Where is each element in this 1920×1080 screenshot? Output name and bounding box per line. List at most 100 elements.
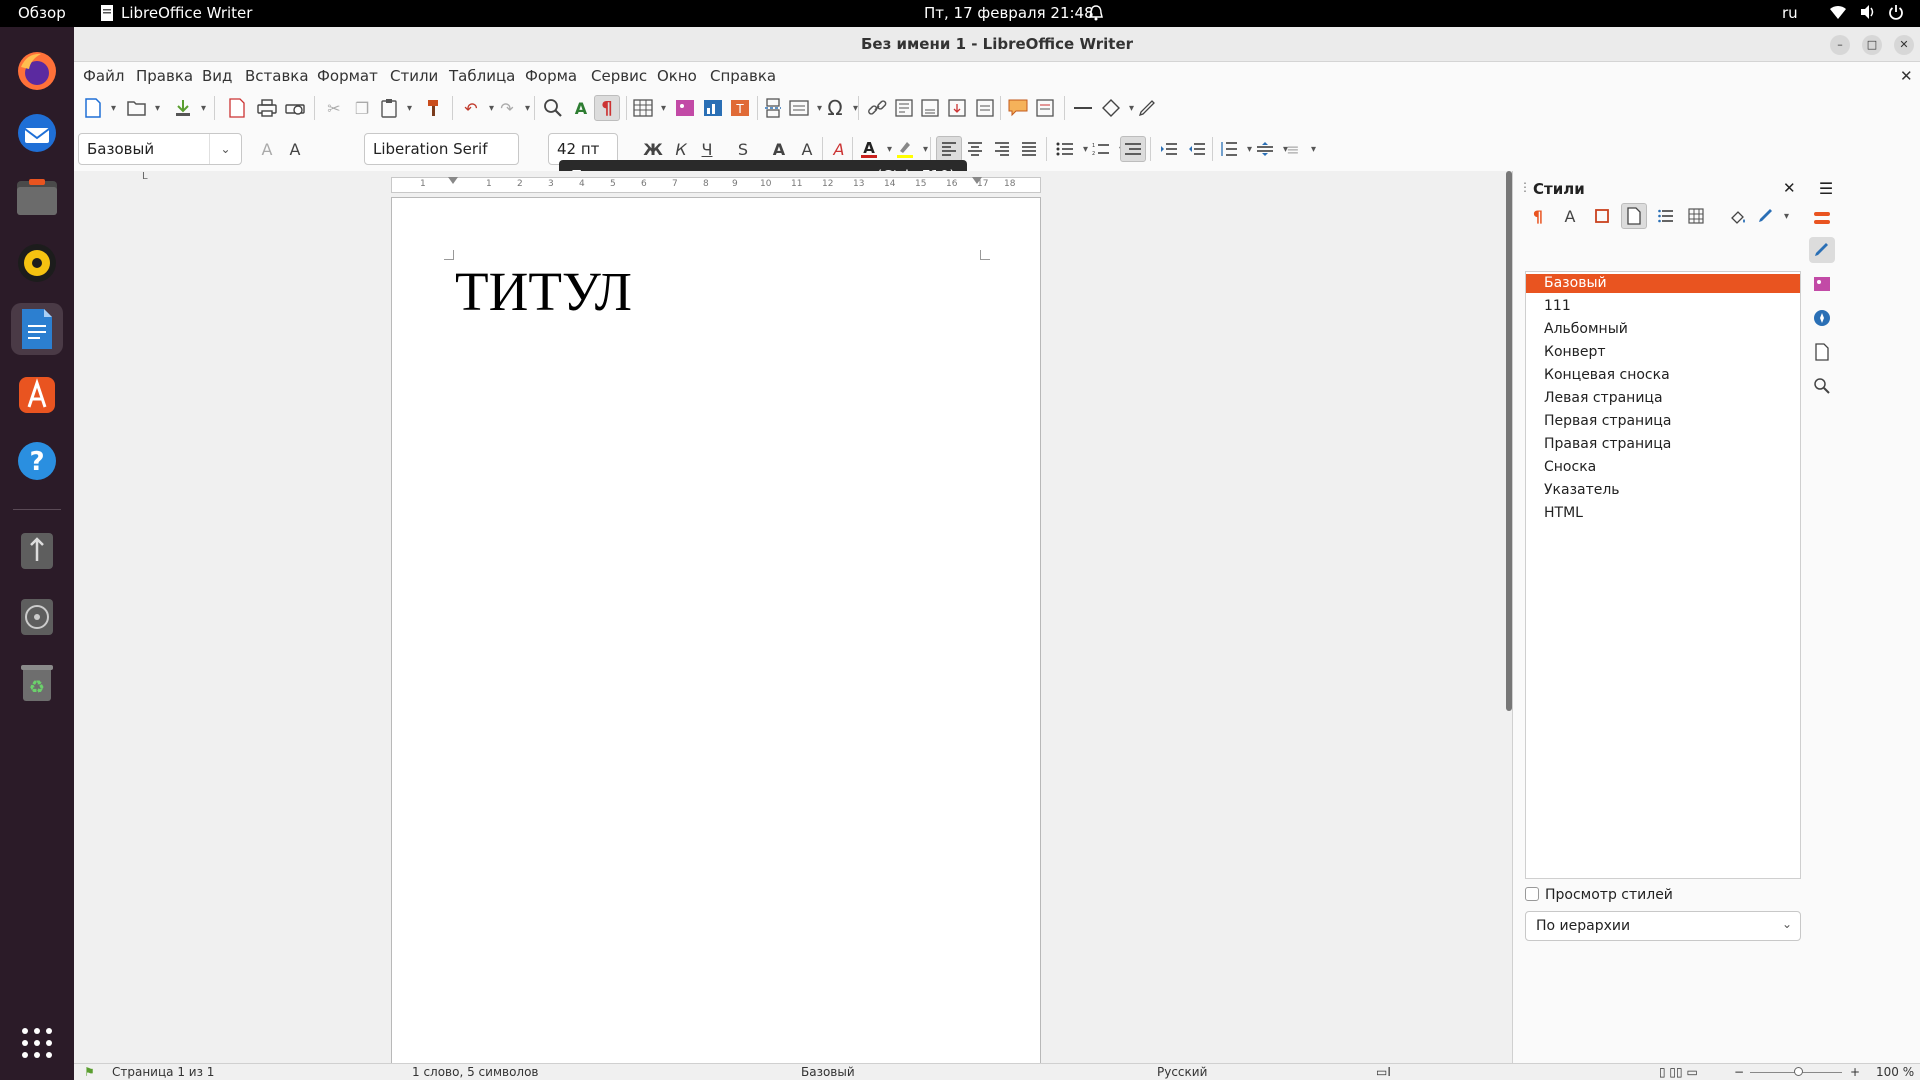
page-number-status[interactable]: Страница 1 из 1: [112, 1065, 214, 1079]
style-filter-combo[interactable]: По иерархии ⌄: [1525, 911, 1801, 941]
rhythmbox-icon[interactable]: [11, 237, 63, 289]
italic-icon[interactable]: К: [668, 136, 694, 162]
insert-comment-icon[interactable]: [1005, 95, 1031, 121]
copy-icon[interactable]: ❐: [349, 95, 375, 121]
special-character-icon[interactable]: Ω: [822, 95, 858, 121]
menu-form[interactable]: Форма: [525, 67, 577, 85]
close-sidebar-icon[interactable]: ✕: [1783, 179, 1796, 197]
libreoffice-writer-icon[interactable]: [11, 303, 63, 355]
style-list-item[interactable]: Первая страница: [1526, 412, 1800, 431]
document-area[interactable]: L 1 1 2 3 4 5 6 7 8 9 10 11 12 13 14 15 …: [74, 171, 1512, 1067]
menu-format[interactable]: Формат: [317, 67, 378, 85]
properties-deck-icon[interactable]: [1809, 205, 1835, 231]
trash-icon[interactable]: ♻: [11, 657, 63, 709]
left-indent-marker[interactable]: [448, 177, 458, 184]
chevron-down-icon[interactable]: ⌄: [1782, 917, 1792, 931]
frame-styles-icon[interactable]: [1589, 203, 1615, 229]
zoom-level-status[interactable]: 100 %: [1876, 1065, 1914, 1079]
footnote-icon[interactable]: [891, 95, 917, 121]
insert-chart-icon[interactable]: [700, 95, 726, 121]
character-styles-icon[interactable]: A: [1557, 203, 1583, 229]
usb-drive-icon[interactable]: [11, 525, 63, 577]
subscript-icon[interactable]: A: [794, 136, 820, 162]
style-list-item[interactable]: Концевая сноска: [1526, 366, 1800, 385]
styles-list[interactable]: Базовый 111 Альбомный Конверт Концевая сноск…: [1525, 271, 1801, 879]
firefox-icon[interactable]: [11, 45, 63, 97]
menu-table[interactable]: Таблица: [449, 67, 515, 85]
save-icon[interactable]: [170, 95, 206, 121]
close-document-button[interactable]: ✕: [1900, 67, 1913, 85]
style-list-item[interactable]: Альбомный: [1526, 320, 1800, 339]
formatting-marks-icon[interactable]: ¶: [594, 95, 620, 121]
outline-format-icon[interactable]: [1120, 136, 1146, 162]
selection-mode-icon[interactable]: ▭I: [1376, 1065, 1391, 1079]
document-text[interactable]: ТИТУЛ: [455, 260, 632, 323]
paragraph-spacing-decrease-icon[interactable]: ≡: [1280, 136, 1316, 162]
hyperlink-icon[interactable]: [864, 95, 890, 121]
menu-file[interactable]: Файл: [83, 67, 124, 85]
bookmark-icon[interactable]: [972, 95, 998, 121]
insert-field-icon[interactable]: [786, 95, 822, 121]
increase-indent-icon[interactable]: [1156, 136, 1182, 162]
active-app-name[interactable]: LibreOffice Writer: [121, 4, 252, 22]
view-layout-icons[interactable]: ▯ ▯▯ ▭: [1659, 1065, 1698, 1079]
update-style-icon[interactable]: A: [254, 136, 280, 162]
preview-styles-checkbox[interactable]: [1525, 887, 1539, 901]
paragraph-spacing-icon[interactable]: [1252, 136, 1288, 162]
zoom-in-icon[interactable]: +: [1850, 1065, 1860, 1079]
style-list-item[interactable]: Базовый: [1526, 274, 1800, 293]
print-preview-icon[interactable]: [282, 95, 308, 121]
wifi-icon[interactable]: [1829, 4, 1847, 22]
draw-icon[interactable]: [1134, 95, 1160, 121]
open-icon[interactable]: [124, 95, 160, 121]
preview-styles-row[interactable]: Просмотр стилей: [1525, 887, 1673, 903]
align-center-icon[interactable]: [962, 136, 988, 162]
menu-view[interactable]: Вид: [202, 67, 232, 85]
new-document-icon[interactable]: [80, 95, 116, 121]
page-deck-icon[interactable]: [1809, 339, 1835, 365]
app-center-icon[interactable]: [11, 369, 63, 421]
style-list-item[interactable]: Конверт: [1526, 343, 1800, 362]
clock[interactable]: Пт, 17 февраля 21:48: [924, 4, 1094, 22]
page-styles-icon[interactable]: [1621, 203, 1647, 229]
help-icon[interactable]: ?: [11, 435, 63, 487]
language-status[interactable]: Русский: [1157, 1065, 1207, 1079]
style-list-item[interactable]: Левая страница: [1526, 389, 1800, 408]
cross-reference-icon[interactable]: [944, 95, 970, 121]
style-actions-icon[interactable]: [1753, 203, 1789, 229]
line-spacing-icon[interactable]: [1216, 136, 1252, 162]
style-inspector-deck-icon[interactable]: [1809, 373, 1835, 399]
endnote-icon[interactable]: [917, 95, 943, 121]
insert-textbox-icon[interactable]: T: [727, 95, 753, 121]
styles-deck-icon[interactable]: [1809, 237, 1835, 263]
keyboard-layout-indicator[interactable]: ru: [1782, 4, 1798, 22]
show-apps-icon[interactable]: [11, 1017, 63, 1069]
table-styles-icon[interactable]: [1683, 203, 1709, 229]
new-style-icon[interactable]: A: [282, 136, 308, 162]
clone-formatting-icon[interactable]: [420, 95, 446, 121]
word-count-status[interactable]: 1 слово, 5 символов: [412, 1065, 539, 1079]
volume-icon[interactable]: [1859, 4, 1877, 22]
page-break-icon[interactable]: [760, 95, 786, 121]
list-styles-icon[interactable]: [1653, 203, 1679, 229]
bold-icon[interactable]: Ж: [640, 136, 666, 162]
menu-help[interactable]: Справка: [710, 67, 776, 85]
style-list-item[interactable]: Указатель: [1526, 481, 1800, 500]
fill-format-mode-icon[interactable]: [1725, 203, 1751, 229]
insert-table-icon[interactable]: [630, 95, 666, 121]
redo-icon[interactable]: ↷: [494, 95, 530, 121]
disc-icon[interactable]: [11, 591, 63, 643]
find-replace-icon[interactable]: [540, 95, 566, 121]
zoom-slider-handle[interactable]: [1794, 1067, 1803, 1076]
strikethrough-icon[interactable]: S: [730, 136, 756, 162]
tab-stop-selector[interactable]: L: [142, 171, 148, 182]
power-icon[interactable]: [1888, 4, 1906, 22]
horizontal-ruler[interactable]: 1 1 2 3 4 5 6 7 8 9 10 11 12 13 14 15 16…: [391, 177, 1041, 193]
export-pdf-icon[interactable]: [224, 95, 250, 121]
title-bar[interactable]: Без имени 1 - LibreOffice Writer – □ ✕: [74, 27, 1920, 62]
align-left-icon[interactable]: [936, 136, 962, 162]
print-icon[interactable]: [254, 95, 280, 121]
decrease-indent-icon[interactable]: [1184, 136, 1210, 162]
chevron-down-icon[interactable]: ⌄: [209, 134, 241, 164]
ordered-list-icon[interactable]: 12: [1088, 136, 1124, 162]
